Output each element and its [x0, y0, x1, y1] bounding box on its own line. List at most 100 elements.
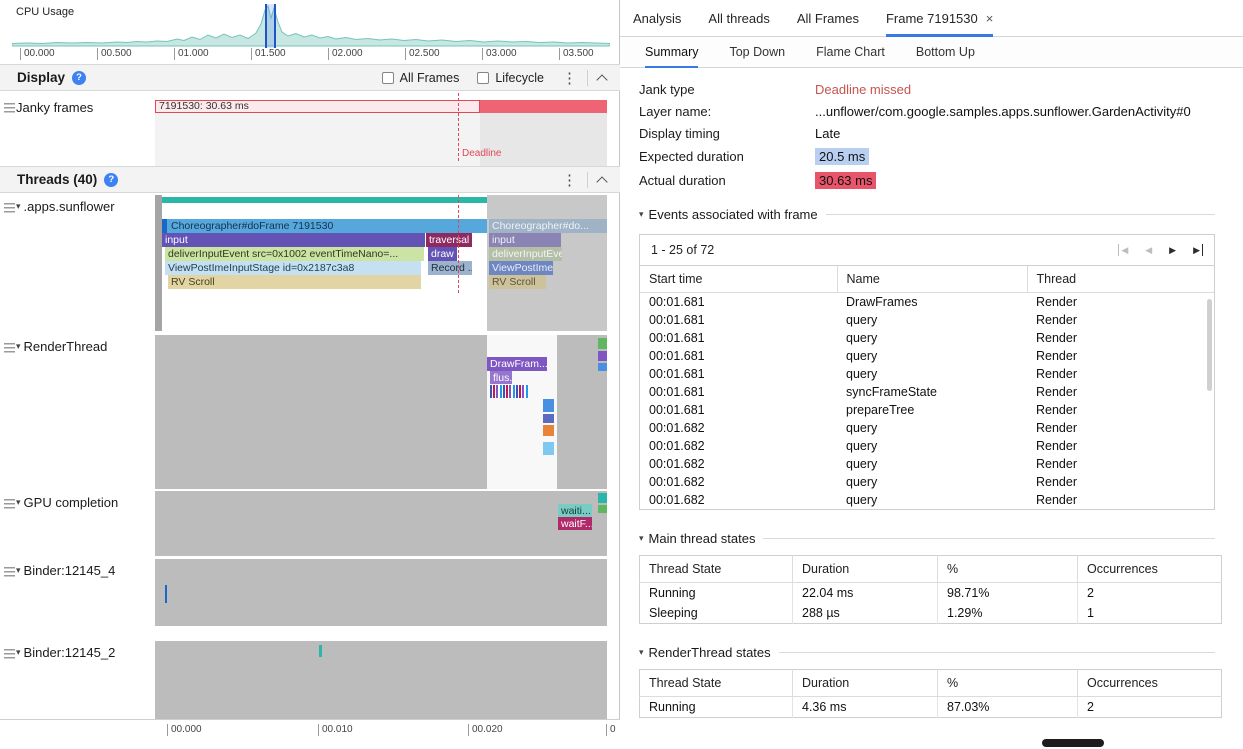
column-header[interactable]: % [938, 670, 1078, 697]
thread-label[interactable]: ▾ GPU completion [16, 495, 118, 510]
trace-event-rv-scroll-dim[interactable]: RV Scroll [489, 275, 546, 289]
thread-label[interactable]: ▾ Binder:12145_4 [16, 563, 115, 578]
trace-event-deliver-input-dim[interactable]: deliverInputEven... [489, 247, 562, 261]
trace-event-block[interactable] [543, 414, 554, 423]
collapse-chevron-icon[interactable] [596, 176, 607, 187]
thread-label[interactable]: ▾ RenderThread [16, 339, 107, 354]
header-divider [587, 172, 588, 188]
table-row[interactable]: 00:01.682queryRender [640, 437, 1214, 455]
help-icon[interactable]: ? [72, 71, 86, 85]
drag-handle-icon[interactable] [4, 203, 15, 213]
next-page-icon[interactable]: ▶ [1169, 244, 1176, 256]
table-row[interactable]: 00:01.681queryRender [640, 329, 1214, 347]
thread-track-area: waiti... waitF... [155, 491, 610, 556]
events-section-header[interactable]: ▾ Events associated with frame [639, 207, 1215, 222]
column-header[interactable]: Thread State [640, 670, 793, 697]
column-header[interactable]: % [938, 556, 1078, 583]
trace-event-traversal[interactable]: traversal [426, 233, 472, 247]
frame-lifecycle-bar[interactable] [162, 197, 487, 203]
collapse-chevron-icon[interactable] [596, 74, 607, 85]
table-row[interactable]: 00:01.681queryRender [640, 365, 1214, 383]
column-header[interactable]: Occurrences [1078, 670, 1222, 697]
trace-event-block[interactable] [598, 505, 607, 513]
kebab-menu-icon[interactable]: ⋮ [562, 171, 577, 189]
column-header[interactable]: Duration [793, 670, 938, 697]
table-row[interactable]: 00:01.681prepareTreeRender [640, 401, 1214, 419]
tab-all-frames[interactable]: All Frames [797, 0, 859, 36]
column-header[interactable]: Duration [793, 556, 938, 583]
trace-event-input[interactable]: input [162, 233, 425, 247]
main-thread-states-header[interactable]: ▾ Main thread states [639, 531, 1215, 546]
trace-event-block[interactable] [543, 425, 554, 436]
trace-event-viewpostime[interactable]: ViewPostImeInputStage id=0x2187c3a8 [165, 261, 421, 275]
table-row[interactable]: 00:01.681DrawFramesRender [640, 293, 1214, 312]
prev-page-icon[interactable]: ◀ [1145, 244, 1152, 256]
janky-frame-bar[interactable]: 7191530: 30.63 ms [155, 100, 480, 113]
trace-event-block[interactable] [543, 399, 554, 412]
column-header[interactable]: Name [837, 266, 1027, 293]
janky-frame-bar-dim[interactable] [480, 100, 607, 113]
table-row[interactable]: 00:01.682queryRender [640, 491, 1214, 509]
renderthread-states-header[interactable]: ▾ RenderThread states [639, 645, 1215, 660]
trace-event-drawframes[interactable]: DrawFram... [487, 357, 547, 371]
trace-event-tick[interactable] [165, 585, 167, 603]
trace-event-block[interactable] [598, 338, 607, 349]
lifecycle-checkbox[interactable] [477, 72, 489, 84]
thread-label[interactable]: ▾ Binder:12145_2 [16, 645, 115, 660]
cpu-usage-chart[interactable] [12, 4, 610, 48]
trace-event-choreographer[interactable]: Choreographer#doFrame 7191530 [162, 219, 487, 233]
drag-handle-icon[interactable] [4, 567, 15, 577]
trace-event-block[interactable] [598, 363, 607, 371]
trace-event-block[interactable] [543, 442, 554, 455]
trace-event-input-dim[interactable]: input [489, 233, 561, 247]
trace-event-viewpostime-dim[interactable]: ViewPostImeInp... [489, 261, 553, 275]
tab-frame-7191530[interactable]: Frame 7191530 × [886, 0, 993, 36]
tab-summary[interactable]: Summary [645, 37, 698, 67]
tab-analysis[interactable]: Analysis [633, 0, 681, 36]
close-icon[interactable]: × [986, 11, 994, 26]
trace-event-rv-scroll[interactable]: RV Scroll [168, 275, 421, 289]
selection-range-handle[interactable] [265, 4, 276, 48]
trace-event-tick[interactable] [319, 645, 322, 657]
column-header[interactable]: Thread State [640, 556, 793, 583]
drag-handle-icon[interactable] [4, 343, 15, 353]
column-header[interactable]: Start time [640, 266, 837, 293]
trace-event-deliver-input[interactable]: deliverInputEvent src=0x1002 eventTimeNa… [165, 247, 424, 261]
tab-flame-chart[interactable]: Flame Chart [816, 37, 885, 67]
trace-event-record[interactable]: Record ... [428, 261, 472, 275]
trace-event-block[interactable] [598, 493, 607, 503]
kebab-menu-icon[interactable]: ⋮ [562, 69, 577, 87]
jank-type-label: Jank type [639, 82, 815, 97]
trace-event-waiting[interactable]: waiti... [558, 504, 592, 517]
table-cell: Render [1027, 455, 1214, 473]
trace-event-waitfence[interactable]: waitF... [558, 517, 592, 530]
trace-event-draw[interactable]: draw [428, 247, 457, 261]
table-row[interactable]: 00:01.682queryRender [640, 473, 1214, 491]
table-row[interactable]: 00:01.682queryRender [640, 455, 1214, 473]
thread-label[interactable]: ▾ .apps.sunflower [16, 199, 115, 214]
all-frames-checkbox[interactable] [382, 72, 394, 84]
trace-minibars[interactable] [490, 385, 528, 398]
last-page-icon[interactable]: ▶ [1193, 244, 1203, 256]
tab-bottom-up[interactable]: Bottom Up [916, 37, 975, 67]
table-row[interactable]: 00:01.682queryRender [640, 419, 1214, 437]
drag-handle-icon[interactable] [4, 649, 15, 659]
table-row[interactable]: 00:01.681queryRender [640, 347, 1214, 365]
tab-all-threads[interactable]: All threads [708, 0, 769, 36]
table-row[interactable]: 00:01.681syncFrameStateRender [640, 383, 1214, 401]
vertical-scrollbar-thumb[interactable] [1207, 299, 1212, 391]
trace-event-block[interactable] [598, 351, 607, 361]
horizontal-scrollbar-thumb[interactable] [1042, 739, 1104, 747]
tab-top-down[interactable]: Top Down [729, 37, 785, 67]
axis-tick-label: 00.010 [318, 724, 353, 736]
column-header[interactable]: Thread [1027, 266, 1214, 293]
column-header[interactable]: Occurrences [1078, 556, 1222, 583]
help-icon[interactable]: ? [104, 173, 118, 187]
table-cell: 00:01.682 [640, 473, 837, 491]
trace-event-flush[interactable]: flus... [490, 371, 512, 384]
trace-event-choreographer-dim[interactable]: Choreographer#do... [489, 219, 607, 233]
drag-handle-icon[interactable] [4, 103, 15, 113]
drag-handle-icon[interactable] [4, 499, 15, 509]
table-row[interactable]: 00:01.681queryRender [640, 311, 1214, 329]
first-page-icon[interactable]: ◀ [1118, 244, 1128, 256]
